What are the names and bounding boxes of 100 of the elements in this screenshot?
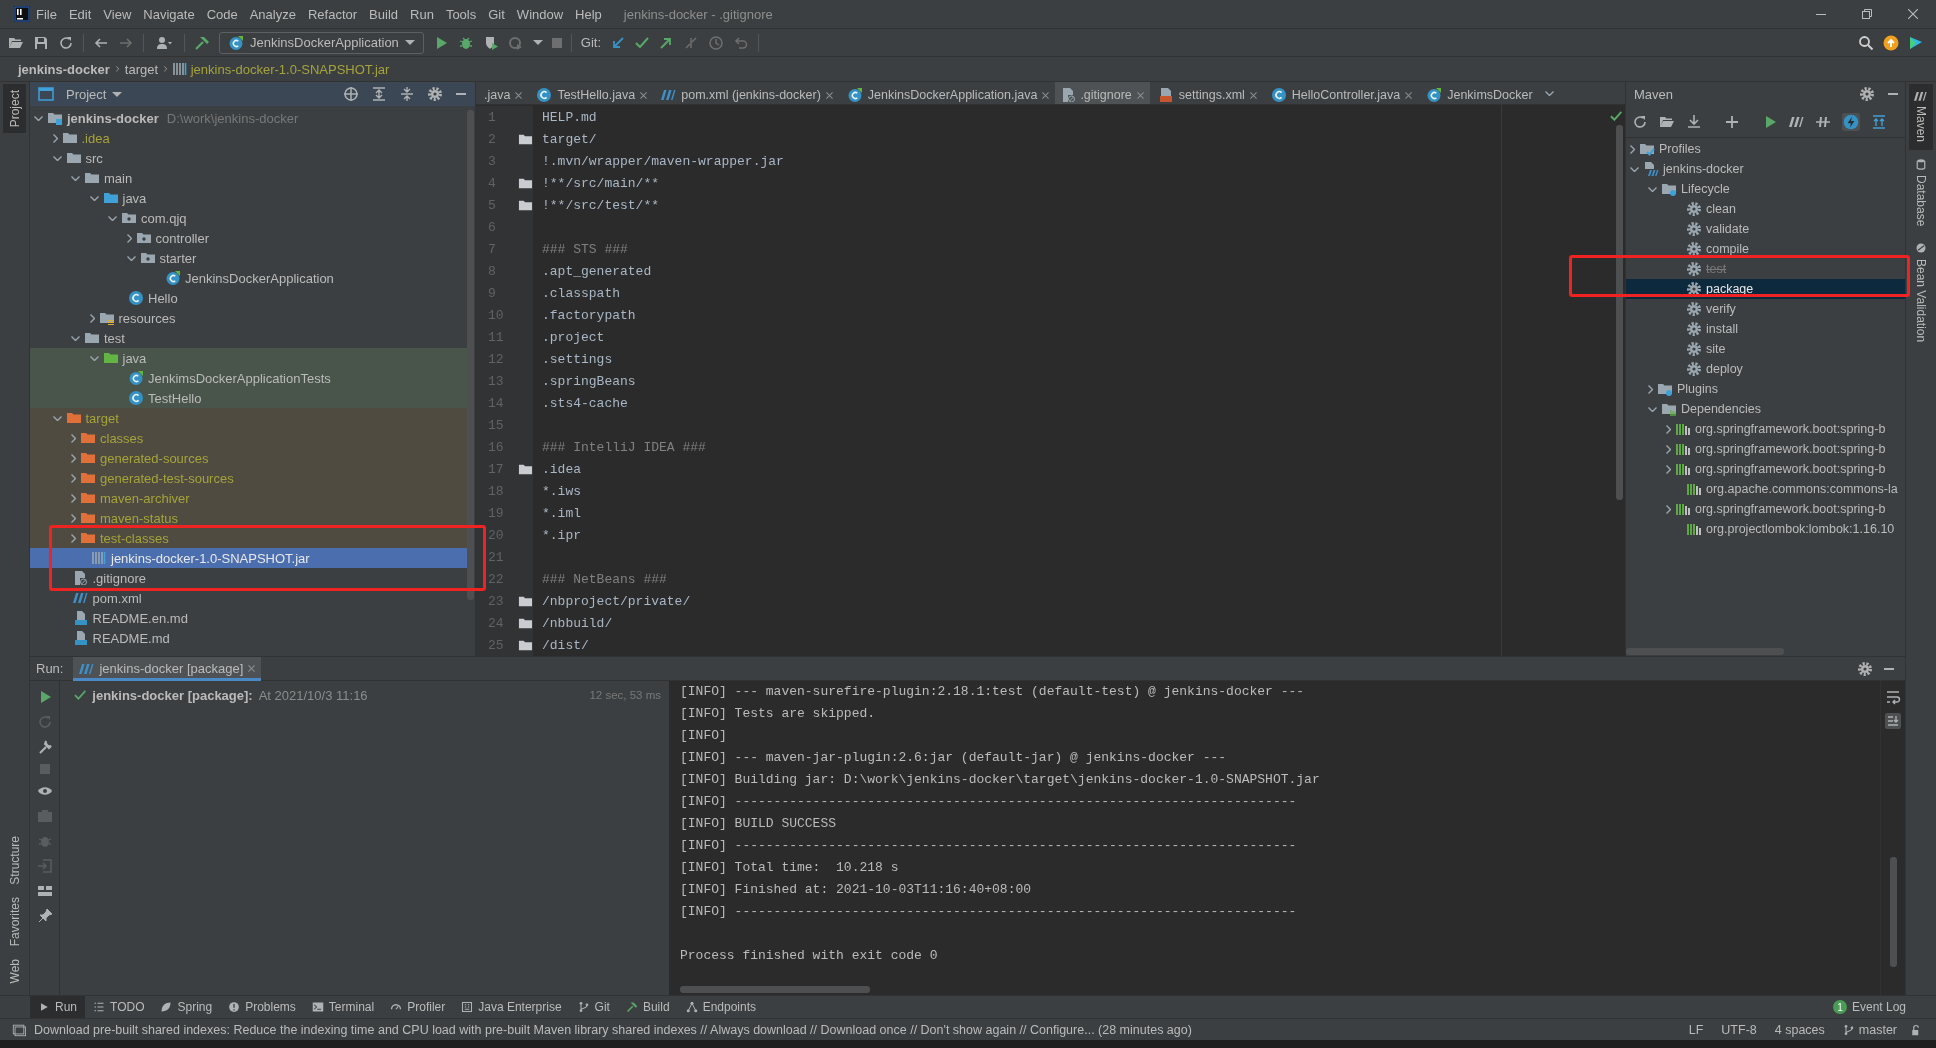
layout-icon[interactable] xyxy=(36,883,53,899)
reload-icon[interactable] xyxy=(1632,113,1648,130)
search-icon[interactable] xyxy=(1858,34,1874,51)
minimize-icon[interactable] xyxy=(1883,667,1895,670)
breadcrumb-item[interactable]: target xyxy=(124,61,159,77)
menu-item[interactable]: Git xyxy=(482,0,511,28)
tree-item[interactable]: target xyxy=(30,408,467,428)
close-icon[interactable] xyxy=(515,91,523,99)
update-badge-icon[interactable] xyxy=(1883,34,1899,51)
menu-item[interactable]: File xyxy=(30,0,63,28)
toolbox-icon[interactable] xyxy=(1908,34,1924,51)
tool-window-button[interactable]: TODO xyxy=(85,996,153,1018)
tree-item[interactable]: README.en.md xyxy=(30,608,467,628)
chevron-icon[interactable] xyxy=(1648,186,1657,192)
tool-window-button[interactable]: Maven xyxy=(1909,84,1933,150)
tool-window-button[interactable]: Favorites xyxy=(3,891,26,953)
scrollbar-thumb[interactable] xyxy=(680,985,870,993)
add-icon[interactable] xyxy=(1724,113,1740,130)
close-icon[interactable] xyxy=(825,91,833,99)
menu-item[interactable]: Help xyxy=(569,0,608,28)
hammer-icon[interactable] xyxy=(194,34,210,51)
tool-window-button[interactable]: Terminal xyxy=(303,996,383,1018)
settings-icon[interactable] xyxy=(1857,660,1873,677)
menu-item[interactable]: View xyxy=(97,0,138,28)
tree-item[interactable]: JenkimsDockerApplicationTests xyxy=(30,368,467,388)
tool-window-button[interactable]: Structure xyxy=(3,830,26,892)
close-icon[interactable] xyxy=(1405,91,1413,99)
tree-item[interactable]: org.springframework.boot:spring-b xyxy=(1626,499,1905,519)
chevron-icon[interactable] xyxy=(89,195,99,201)
tree-item[interactable]: README.md xyxy=(30,628,467,648)
tree-item[interactable]: compile xyxy=(1626,239,1905,259)
tool-window-button[interactable]: Profiler xyxy=(382,996,454,1018)
tree-item[interactable]: main xyxy=(30,168,467,188)
scroll-to-end-icon[interactable] xyxy=(1885,713,1901,729)
tool-window-button[interactable]: Build xyxy=(617,996,678,1018)
chevron-icon[interactable] xyxy=(52,155,62,161)
menu-item[interactable]: Navigate xyxy=(137,0,201,28)
tool-window-button[interactable]: Database xyxy=(1909,149,1933,235)
menu-item[interactable]: Analyze xyxy=(243,0,302,28)
event-log-button[interactable]: 1 Event Log xyxy=(1832,1000,1936,1014)
tree-item[interactable]: clean xyxy=(1626,199,1905,219)
tabs-menu-icon[interactable] xyxy=(1545,90,1555,96)
menu-item[interactable]: Refactor xyxy=(301,0,364,28)
task-row[interactable]: jenkins-docker [package]: At 2021/10/3 11:16 12 sec, 53 ms xyxy=(60,685,669,705)
scrollbar-thumb[interactable] xyxy=(1889,857,1897,967)
tree-item[interactable]: install xyxy=(1626,319,1905,339)
message-icon[interactable] xyxy=(12,1022,26,1037)
sync-icon[interactable] xyxy=(58,34,74,51)
chevron-icon[interactable] xyxy=(71,433,76,443)
tree-item[interactable]: Dependencies xyxy=(1626,399,1905,419)
tree-item[interactable]: TestHello xyxy=(30,388,467,408)
tree-item[interactable]: src xyxy=(30,148,467,168)
tool-window-button[interactable]: Endpoints xyxy=(677,996,764,1018)
expand-all-icon[interactable] xyxy=(371,86,387,102)
menu-item[interactable]: Window xyxy=(510,0,570,28)
chevron-icon[interactable] xyxy=(126,233,132,243)
minimize-icon[interactable] xyxy=(1887,93,1899,95)
menu-item[interactable]: Build xyxy=(363,0,404,28)
settings-icon[interactable] xyxy=(1859,86,1875,102)
run-config-selector[interactable]: JenkinsDockerApplication xyxy=(219,31,424,54)
tree-item[interactable]: org.springframework.boot:spring-b xyxy=(1626,419,1905,439)
tree-item[interactable]: test xyxy=(30,328,467,348)
tree-item[interactable]: org.springframework.boot:spring-b xyxy=(1626,439,1905,459)
chevron-icon[interactable] xyxy=(1666,464,1671,474)
tree-item[interactable]: test-classes xyxy=(30,528,467,548)
pin-icon[interactable] xyxy=(36,908,53,924)
chevron-icon[interactable] xyxy=(71,533,76,543)
tree-item[interactable]: jenkins-docker D:\work\jenkins-docker xyxy=(30,108,467,128)
breadcrumb-item[interactable]: jenkins-docker-1.0-SNAPSHOT.jar xyxy=(173,61,390,77)
scrollbar-thumb[interactable] xyxy=(467,110,474,600)
tool-window-button[interactable]: Git xyxy=(569,996,618,1018)
update-icon[interactable] xyxy=(610,34,627,51)
tree-item[interactable]: Plugins xyxy=(1626,379,1905,399)
status-item[interactable]: UTF-8 xyxy=(1716,1022,1762,1037)
tree-item[interactable]: resources xyxy=(30,308,467,328)
menu-item[interactable]: Run xyxy=(404,0,440,28)
chevron-icon[interactable] xyxy=(71,335,80,341)
chevron-icon[interactable] xyxy=(126,255,136,261)
tree-item[interactable]: Hello xyxy=(30,288,467,308)
tree-item[interactable]: org.projectlombok:lombok:1.16.10 xyxy=(1626,519,1905,539)
breadcrumb-item[interactable]: jenkins-docker xyxy=(18,61,110,77)
tree-item[interactable]: classes xyxy=(30,428,467,448)
chevron-icon[interactable] xyxy=(1630,144,1635,154)
settings-icon[interactable] xyxy=(427,86,443,102)
tree-item[interactable]: JenkinsDockerApplication xyxy=(30,268,467,288)
soft-wrap-icon[interactable] xyxy=(1885,689,1901,705)
chevron-icon[interactable] xyxy=(108,215,117,221)
lock-icon[interactable] xyxy=(1910,1023,1922,1036)
tree-item[interactable]: controller xyxy=(30,228,467,248)
tree-item[interactable]: java xyxy=(30,188,467,208)
chevron-icon[interactable] xyxy=(71,453,76,463)
tree-item[interactable]: .idea xyxy=(30,128,467,148)
tree-item[interactable]: validate xyxy=(1626,219,1905,239)
chevron-icon[interactable] xyxy=(89,355,99,361)
chevron-icon[interactable] xyxy=(1630,166,1639,172)
chevron-icon[interactable] xyxy=(52,133,58,143)
m-icon[interactable] xyxy=(1789,116,1804,127)
tree-item[interactable]: Profiles xyxy=(1626,139,1905,159)
caret-icon[interactable] xyxy=(532,40,543,45)
chevron-icon[interactable] xyxy=(71,175,80,181)
